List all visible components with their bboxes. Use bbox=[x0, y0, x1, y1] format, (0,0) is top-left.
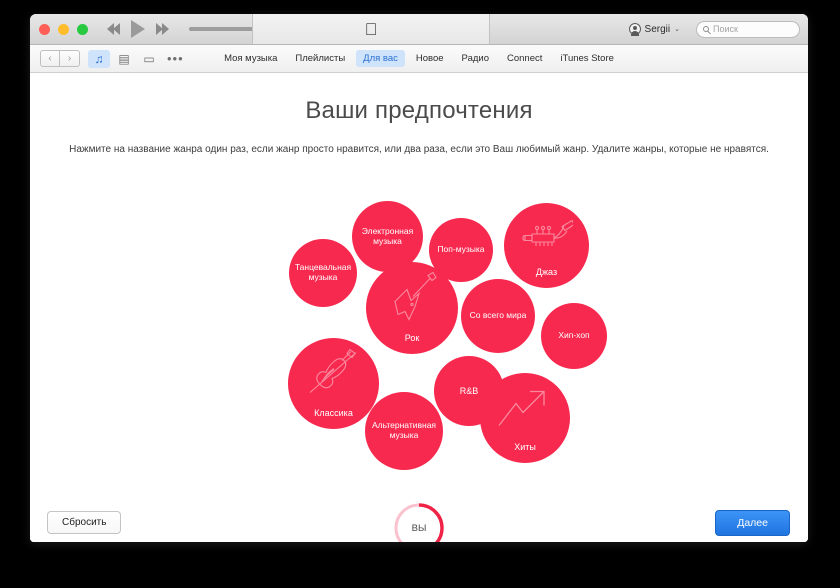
you-label: ВЫ bbox=[411, 522, 427, 534]
bottom-bar: Сбросить ВЫ Далее bbox=[30, 488, 808, 542]
apple-logo-icon:  bbox=[365, 21, 378, 38]
window-titlebar:  Sergii ⌄ Поиск bbox=[30, 14, 808, 45]
navigation-bar: ‹ › ♫ ▤ ▭ ••• Моя музыка Плейлисты Для в… bbox=[30, 45, 808, 73]
violin-icon bbox=[306, 348, 362, 404]
you-progress-ring: ВЫ bbox=[392, 501, 446, 542]
chevron-down-icon: ⌄ bbox=[674, 26, 680, 33]
next-track-icon[interactable] bbox=[156, 23, 169, 35]
section-tabs: Моя музыка Плейлисты Для вас Новое Радио… bbox=[30, 50, 808, 67]
search-field[interactable]: Поиск bbox=[696, 20, 800, 38]
account-avatar-icon bbox=[628, 23, 641, 36]
tab-connect[interactable]: Connect bbox=[500, 50, 549, 67]
genre-label: Электронная музыка bbox=[361, 225, 414, 246]
content-area: Ваши предпочтения Нажмите на название жа… bbox=[30, 97, 808, 542]
play-icon[interactable] bbox=[131, 20, 145, 38]
account-name: Sergii bbox=[644, 23, 671, 35]
genre-label: Классика bbox=[314, 407, 353, 418]
zoom-window-button[interactable] bbox=[77, 23, 88, 35]
minimize-window-button[interactable] bbox=[58, 23, 69, 35]
search-icon bbox=[703, 26, 709, 32]
genre-label: R&B bbox=[459, 385, 479, 396]
genre-bubble-cloud: Электронная музыка Поп-музыка Джаз Танцева… bbox=[30, 97, 808, 542]
genre-label: Танцевальная музыка bbox=[294, 262, 352, 282]
tab-for-you[interactable]: Для вас bbox=[356, 50, 405, 67]
close-window-button[interactable] bbox=[39, 23, 50, 35]
search-placeholder: Поиск bbox=[713, 24, 738, 34]
guitar-icon bbox=[385, 271, 439, 330]
trumpet-icon bbox=[521, 216, 575, 261]
genre-label: Поп-музыка bbox=[437, 244, 485, 255]
genre-bubble[interactable]: Рок bbox=[366, 262, 458, 354]
next-button[interactable]: Далее bbox=[715, 510, 790, 536]
itunes-window:  Sergii ⌄ Поиск ‹ › ♫ ▤ ▭ ••• Моя bbox=[30, 14, 808, 542]
playback-controls bbox=[107, 20, 169, 38]
genre-label: Рок bbox=[404, 332, 420, 343]
tab-new[interactable]: Новое bbox=[409, 50, 451, 67]
account-menu[interactable]: Sergii ⌄ bbox=[628, 23, 680, 36]
status-display:  bbox=[252, 14, 490, 44]
genre-label: Хиты bbox=[514, 441, 536, 452]
tab-radio[interactable]: Радио bbox=[455, 50, 496, 67]
trending-icon bbox=[496, 387, 554, 434]
previous-track-icon[interactable] bbox=[107, 23, 120, 35]
reset-button[interactable]: Сбросить bbox=[47, 511, 122, 534]
genre-bubble[interactable]: Классика bbox=[288, 338, 379, 429]
genre-label: Альтернативная музыка bbox=[371, 420, 437, 440]
genre-bubble[interactable]: Джаз bbox=[504, 203, 589, 288]
tab-playlists[interactable]: Плейлисты bbox=[288, 50, 352, 67]
genre-label: Со всего мира bbox=[469, 310, 527, 321]
traffic-lights bbox=[39, 23, 88, 35]
tab-my-music[interactable]: Моя музыка bbox=[217, 50, 284, 67]
titlebar-right-group: Sergii ⌄ Поиск bbox=[628, 14, 800, 44]
genre-bubble[interactable]: Хип-хоп bbox=[541, 303, 607, 369]
genre-label: Хип-хоп bbox=[558, 330, 590, 341]
genre-bubble[interactable]: Альтернативная музыка bbox=[365, 392, 443, 470]
tab-itunes-store[interactable]: iTunes Store bbox=[553, 50, 621, 67]
genre-bubble[interactable]: Со всего мира bbox=[461, 279, 535, 353]
genre-bubble[interactable]: Танцевальная музыка bbox=[289, 239, 357, 307]
genre-label: Джаз bbox=[535, 266, 558, 277]
